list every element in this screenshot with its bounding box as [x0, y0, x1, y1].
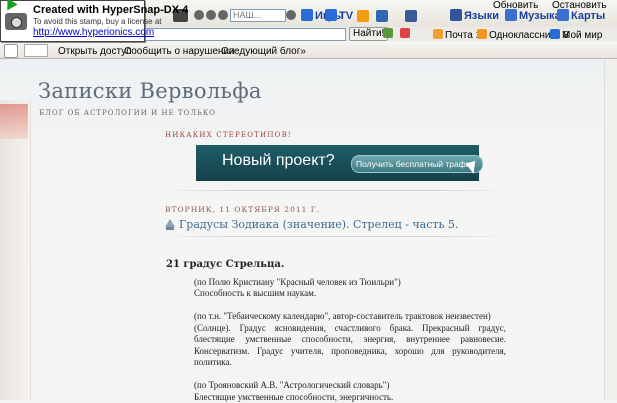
banner-button[interactable]: Получить бесплатный трафик [351, 155, 483, 173]
post-title-icon [165, 219, 175, 230]
blog-title[interactable]: Записки Вервольфа [38, 79, 262, 103]
background-tower [0, 100, 31, 400]
languages-icon [450, 9, 462, 21]
stop-media-icon[interactable] [218, 10, 228, 20]
camera-icon [5, 13, 27, 30]
tv-icon [325, 9, 337, 21]
post-line: Блестящие умственные способности, энерги… [166, 392, 506, 403]
stamp-title: Created with HyperSnap-DX 4 [33, 4, 188, 16]
link-my-world[interactable]: Мой мир [550, 29, 602, 41]
divider [160, 190, 510, 191]
blog-search-input[interactable] [24, 44, 48, 57]
stamp-note: To avoid this stamp, buy a license at [33, 17, 162, 26]
vk-icon[interactable] [376, 10, 388, 22]
blogger-logo-icon[interactable] [4, 44, 18, 58]
hypersnap-stamp: Created with HyperSnap-DX 4 To avoid thi… [0, 0, 145, 42]
widget-title: НИКАКИХ СТЕРЕОТИПОВ! [165, 131, 292, 139]
background-tower-top [0, 104, 28, 139]
post-heading: 21 градус Стрельца. [166, 259, 506, 271]
post-line: (по Полю Кристиану "Красный человек из Т… [166, 277, 506, 289]
divider [160, 236, 510, 237]
blog-description: БЛОГ ОБ АСТРОЛОГИИ И НЕ ТОЛЬКО [39, 109, 216, 117]
scrollbar[interactable] [604, 59, 617, 400]
toolbar-music[interactable]: Музыка [505, 9, 561, 23]
toolbar-tv[interactable]: TV [325, 9, 353, 23]
toolbar-maps[interactable]: Карты [557, 9, 605, 23]
post-date: ВТОРНИК, 11 ОКТЯБРЯ 2011 Г. [165, 205, 320, 214]
games-icon [301, 9, 313, 21]
my-world-icon [550, 29, 560, 39]
post-line: (по Трояновский А.В. "Астрологический сл… [166, 380, 506, 392]
toolbar-languages[interactable]: Языки [450, 9, 499, 23]
play-icon[interactable] [194, 10, 204, 20]
mail-icon[interactable] [400, 28, 410, 38]
facebook-icon[interactable] [405, 10, 417, 22]
nav-report-abuse[interactable]: Сообщить о нарушении [124, 46, 235, 58]
envelope-icon [433, 29, 443, 39]
pause-icon[interactable] [206, 10, 216, 20]
post-line: Способность к высшим наукам. [166, 288, 506, 300]
toolbar-search-input[interactable]: НАШ... [230, 9, 286, 22]
pencil-icon[interactable] [383, 28, 393, 38]
nav-next-blog[interactable]: Следующий блог» [221, 46, 306, 58]
post-line: (по т.н. "Тебаическому календарю", автор… [166, 311, 506, 323]
odnoklassniki-icon [477, 29, 487, 39]
banner-text: Новый проект? [222, 152, 335, 170]
blogger-icon[interactable] [357, 10, 369, 22]
media-next-icon[interactable] [286, 10, 296, 20]
post-title[interactable]: Градусы Зодиака (значение). Стрелец - ча… [179, 218, 458, 231]
link-mail[interactable]: Почта 1 [433, 29, 481, 41]
music-icon [505, 9, 517, 21]
post-paragraph: (Солнце). Градус ясновидения, счастливог… [166, 323, 506, 369]
stamp-url[interactable]: http://www.hyperionics.com [33, 27, 154, 38]
nav-share[interactable]: Открыть доступ [58, 46, 132, 58]
maps-icon [557, 9, 569, 21]
post-body: 21 градус Стрельца. (по Полю Кристиану "… [166, 259, 506, 403]
